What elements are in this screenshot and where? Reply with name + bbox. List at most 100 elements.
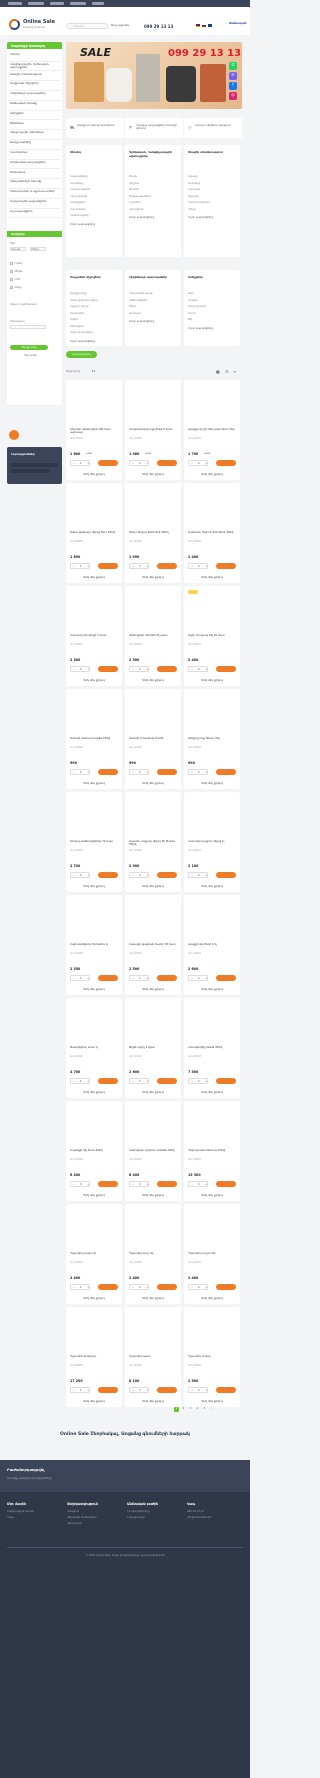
- minus-icon[interactable]: −: [132, 977, 134, 981]
- sidebar-category-item[interactable]: Տնային տնտեսություն: [10, 72, 56, 77]
- add-to-cart-button[interactable]: 🛒: [216, 1283, 236, 1290]
- product-card[interactable]: Լոգանքի գել Dove 250մլ Կոդ: 00123 6 400 − 1 +…: [66, 1101, 122, 1201]
- minus-icon[interactable]: −: [73, 668, 75, 672]
- minus-icon[interactable]: −: [132, 1080, 134, 1084]
- catalog-title[interactable]: Ապրանքի կատալոգ: [7, 42, 62, 49]
- plus-icon[interactable]: +: [205, 977, 207, 981]
- category-box-link[interactable]: Գրիչներ: [129, 182, 139, 185]
- quantity-stepper[interactable]: − 1 +: [188, 975, 208, 981]
- top-link[interactable]: [92, 2, 104, 5]
- quantity-stepper[interactable]: − 1 +: [70, 666, 90, 672]
- buy-one-click-link[interactable]: Գնել մեկ քլիկով: [196, 679, 228, 682]
- sidebar-category-item[interactable]: Քաղցրավենիք: [10, 141, 56, 145]
- add-to-cart-button[interactable]: 🛒: [157, 768, 177, 775]
- filter-checkbox[interactable]: [10, 262, 13, 265]
- product-name[interactable]: Օճառ հեղուկ Palmolive 300մլ: [129, 531, 177, 534]
- buy-one-click-link[interactable]: Գնել մեկ քլիկով: [78, 1297, 110, 1300]
- plus-icon[interactable]: +: [146, 771, 148, 775]
- buy-one-click-link[interactable]: Գնել մեկ քլիկով: [137, 1297, 169, 1300]
- add-to-cart-button[interactable]: 🛒: [216, 459, 236, 466]
- category-box-link[interactable]: Հյութեր: [188, 299, 198, 302]
- plus-icon[interactable]: +: [146, 874, 148, 878]
- quantity-stepper[interactable]: − 1 +: [129, 563, 149, 569]
- plus-icon[interactable]: +: [87, 771, 89, 775]
- minus-icon[interactable]: −: [73, 565, 75, 569]
- quantity-stepper[interactable]: − 1 +: [70, 1387, 90, 1393]
- category-box-link[interactable]: Աման լվանալու միջոց: [70, 299, 98, 302]
- product-card[interactable]: Ապակու մաքրող միջոց Mr Muscle 500մլ Կոդ: …: [125, 792, 181, 892]
- product-card[interactable]: Խոնավ անձեռոցիկներ 72 հատ Կոդ: 00123 2 700…: [66, 792, 122, 892]
- add-to-cart-button[interactable]: 🛒: [98, 665, 118, 672]
- category-box-link[interactable]: Տետրեր: [129, 188, 139, 191]
- product-name[interactable]: Լվացքի գել Persil 1.5լ: [188, 943, 236, 946]
- add-to-cart-button[interactable]: 🛒: [98, 1180, 118, 1187]
- category-box-title[interactable]: Մաքրման միջոցներ: [70, 275, 120, 280]
- product-name[interactable]: Ատամի մածուկ Colgate 100մլ: [70, 737, 118, 740]
- category-box[interactable]: Գրենական, Կանցելյարային պիտույքներ Թուղթ Գ…: [125, 145, 181, 257]
- category-box-more-link[interactable]: Բոլոր ապրանքները: [129, 216, 154, 219]
- add-to-cart-button[interactable]: 🛒: [98, 871, 118, 878]
- quantity-stepper[interactable]: − 1 +: [129, 1181, 149, 1187]
- minus-icon[interactable]: −: [191, 565, 193, 569]
- top-link[interactable]: [50, 2, 64, 5]
- plus-icon[interactable]: +: [205, 565, 207, 569]
- minus-icon[interactable]: −: [73, 1080, 75, 1084]
- minus-icon[interactable]: −: [191, 1183, 193, 1187]
- add-to-cart-button[interactable]: 🛒: [98, 1386, 118, 1393]
- quantity-stepper[interactable]: − 1 +: [70, 872, 90, 878]
- quantity-stepper[interactable]: − 1 +: [129, 1387, 149, 1393]
- buy-one-click-link[interactable]: Գնել մեկ քլիկով: [78, 473, 110, 476]
- buy-one-click-link[interactable]: Գնել մեկ քլիկով: [137, 1091, 169, 1094]
- buy-one-click-link[interactable]: Գնել մեկ քլիկով: [196, 1091, 228, 1094]
- product-card[interactable]: Սպիտակեցնող Domestos 1լ Կոդ: 00123 2 350 − 1…: [66, 895, 122, 995]
- category-box[interactable]: Մաքրման միջոցներ Լվացքի փոշի Աման լվանալու…: [66, 270, 122, 346]
- category-box-more-link[interactable]: Բոլոր ապրանքները: [188, 327, 213, 330]
- product-card[interactable]: Պլաստիկ սեղան Կոդ: 00123 2 500 − 1 + 🛒 Գնել մեկ…: [184, 1307, 240, 1407]
- product-card[interactable]: Պլաստիկ տարա 5լ Կոդ: 00123 2 400 − 1 + 🛒 Գնել մ…: [66, 1204, 122, 1304]
- quantity-stepper[interactable]: − 1 +: [129, 769, 149, 775]
- product-name[interactable]: Լվացքի փոշի Tide ավտոմատ 3կգ: [188, 428, 236, 431]
- quantity-stepper[interactable]: − 1 +: [70, 563, 90, 569]
- footer-link[interactable]: Վերադարձ: [67, 1522, 82, 1525]
- product-name[interactable]: Պլաստիկ տարա 5լ: [70, 1252, 118, 1255]
- brand-name[interactable]: Online Sale: [23, 19, 55, 26]
- buy-one-click-link[interactable]: Գնել մեկ քլիկով: [78, 988, 110, 991]
- product-card[interactable]: Պլաստիկ աթոռ Կոդ: 00123 8 100 − 1 + 🛒 Գնել մեկ …: [125, 1307, 181, 1407]
- sidebar-category-item[interactable]: Տեխնիկա: [10, 121, 56, 126]
- minus-icon[interactable]: −: [191, 668, 193, 672]
- plus-icon[interactable]: +: [87, 565, 89, 569]
- buy-one-click-link[interactable]: Գնել մեկ քլիկով: [137, 473, 169, 476]
- product-name[interactable]: Խոնավ անձեռոցիկներ 72 հատ: [70, 840, 118, 843]
- add-to-cart-button[interactable]: 🛒: [157, 974, 177, 981]
- top-link[interactable]: [8, 2, 22, 5]
- category-box-link[interactable]: Պահեստավորում: [188, 201, 210, 204]
- product-card[interactable]: Ձեռնոցներ ռետինե M չափս Կոդ: 00123 2 300 − 1…: [125, 586, 181, 686]
- add-to-cart-button[interactable]: 🛒: [216, 768, 236, 775]
- product-card[interactable]: Սափրվելու փրփուր Gillette 200մլ Կոդ: 0012…: [125, 1101, 181, 1201]
- plus-icon[interactable]: +: [146, 977, 148, 981]
- facebook-icon[interactable]: f: [229, 82, 237, 90]
- product-card[interactable]: Աղբի տոպրակ 60լ 20 հատ Կոդ: 00123 2 400 − 1 +…: [184, 586, 240, 686]
- add-to-cart-button[interactable]: 🛒: [157, 1386, 177, 1393]
- category-box-title[interactable]: Տնային տնտեսություն: [188, 150, 238, 155]
- plus-icon[interactable]: +: [87, 668, 89, 672]
- plus-icon[interactable]: +: [205, 1389, 207, 1393]
- plus-icon[interactable]: +: [205, 874, 207, 878]
- sidebar-category-item[interactable]: Անձնական խնամք: [10, 101, 56, 106]
- category-box-link[interactable]: Թեյ: [188, 318, 192, 321]
- buy-one-click-link[interactable]: Գնել մեկ քլիկով: [196, 576, 228, 579]
- category-box-link[interactable]: Գազավորված: [188, 305, 206, 308]
- category-box-link[interactable]: Կաթնամթերք: [70, 175, 88, 178]
- add-to-cart-button[interactable]: 🛒: [216, 871, 236, 878]
- footer-link[interactable]: Իմ պատվերները: [127, 1510, 150, 1513]
- minus-icon[interactable]: −: [191, 1286, 193, 1290]
- quantity-stepper[interactable]: − 1 +: [188, 769, 208, 775]
- plus-icon[interactable]: +: [87, 1183, 89, 1187]
- filter-option-label[interactable]: Մեծ: [15, 278, 20, 281]
- plus-icon[interactable]: +: [205, 668, 207, 672]
- plus-icon[interactable]: +: [146, 462, 148, 466]
- footer-link[interactable]: 099 29 13 13: [187, 1510, 204, 1513]
- plus-icon[interactable]: +: [205, 1286, 207, 1290]
- add-to-cart-button[interactable]: 🛒: [216, 1180, 236, 1187]
- top-link[interactable]: [28, 2, 44, 5]
